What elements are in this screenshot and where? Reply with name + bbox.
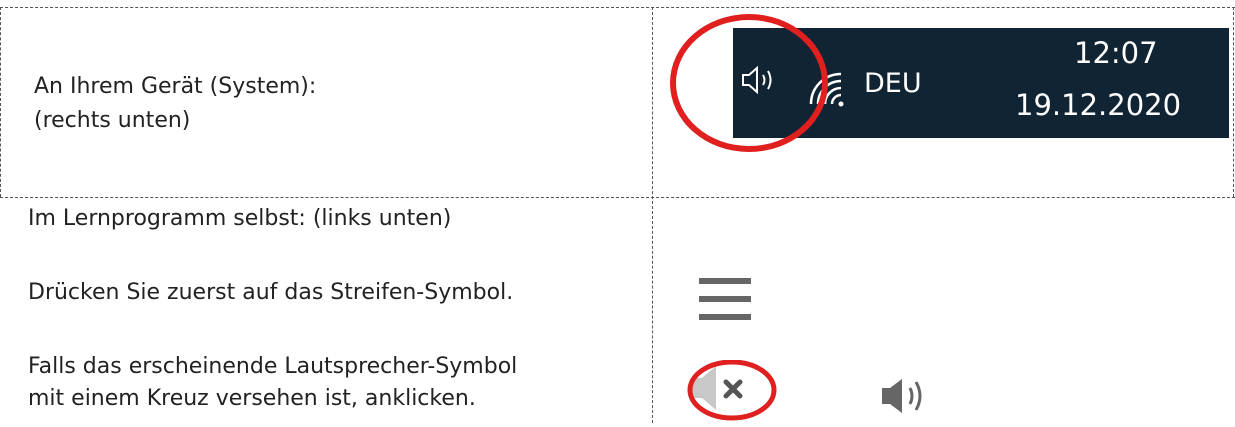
row2-step1: Drücken Sie zuerst auf das Streifen-Symb… [28,280,514,305]
speaker-muted-icon[interactable] [686,359,782,423]
table-right-border [1233,7,1234,197]
speaker-on-icon[interactable] [880,376,936,416]
hamburger-menu-icon[interactable] [699,278,751,322]
clock-time[interactable]: 12:07 [1074,36,1158,70]
row2-step2-line1: Falls das erscheinende Lautsprecher-Symb… [28,354,518,379]
row1-line1: An Ihrem Gerät (System): [34,74,317,99]
clock-date[interactable]: 19.12.2020 [1015,88,1181,122]
language-indicator[interactable]: DEU [864,68,922,99]
row2-heading: Im Lernprogramm selbst: (links unten) [28,206,452,231]
row2-step2-line2: mit einem Kreuz versehen ist, anklicken. [28,386,476,411]
table-left-border [0,7,1,197]
row1-line2: (rechts unten) [34,108,191,133]
table-top-border [0,7,1235,8]
highlight-circle [670,14,828,152]
column-divider [652,7,653,423]
row-divider [0,197,1235,198]
